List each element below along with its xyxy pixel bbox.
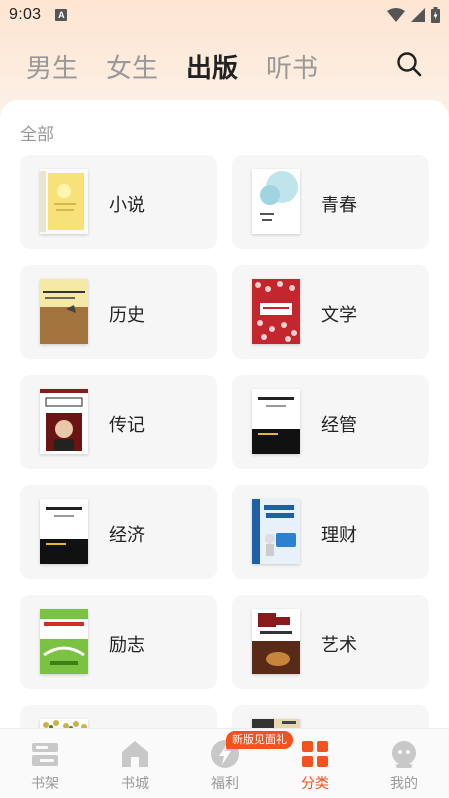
category-label: 小说: [109, 195, 145, 215]
category-card-art[interactable]: 艺术: [232, 595, 429, 689]
book-cover: [40, 609, 88, 674]
category-label: 经济: [109, 525, 145, 545]
book-cover: [252, 279, 300, 344]
wifi-icon: [387, 8, 405, 22]
category-card-literature[interactable]: 文学: [232, 265, 429, 359]
category-card-economics[interactable]: 经济: [20, 485, 217, 579]
status-icons: [387, 7, 440, 23]
nav-bookshelf[interactable]: 书架: [0, 729, 90, 798]
category-label: 艺术: [321, 635, 357, 655]
category-label: 历史: [109, 305, 145, 325]
nav-profile[interactable]: 我的: [359, 729, 449, 798]
signal-icon: [411, 8, 425, 22]
book-cover: [252, 389, 300, 454]
bottom-nav: 书架 书城 福利 分类 我的: [0, 728, 449, 798]
profile-icon: [392, 741, 416, 768]
top-tabs: 男生 女生 出版 听书: [0, 42, 449, 88]
battery-icon: [431, 7, 440, 23]
status-bar: 9:03 A: [0, 0, 449, 30]
category-card-history[interactable]: 历史: [20, 265, 217, 359]
category-grid-icon: [302, 741, 328, 767]
tab-publish[interactable]: 出版: [186, 48, 238, 85]
promo-badge[interactable]: 新版见面礼: [226, 731, 293, 749]
category-card-finance[interactable]: 理财: [232, 485, 429, 579]
book-cover: [40, 279, 88, 344]
category-card-inspiration[interactable]: 励志: [20, 595, 217, 689]
nav-label: 福利: [211, 775, 239, 791]
category-label: 文学: [321, 305, 357, 325]
nav-label: 我的: [390, 775, 418, 791]
tab-male[interactable]: 男生: [26, 48, 78, 85]
bookshelf-icon: [32, 743, 58, 766]
category-label: 青春: [321, 195, 357, 215]
tab-female[interactable]: 女生: [106, 48, 158, 85]
book-cover: [40, 499, 88, 564]
book-cover: [252, 499, 300, 564]
nav-label: 书架: [31, 775, 59, 791]
status-time: 9:03: [9, 6, 42, 23]
category-card-youth[interactable]: 青春: [232, 155, 429, 249]
book-cover: [40, 169, 88, 234]
nav-label: 书城: [121, 775, 149, 791]
section-label: 全部: [20, 125, 54, 144]
bookstore-icon: [122, 741, 148, 767]
nav-label: 分类: [301, 775, 329, 791]
category-label: 经管: [321, 415, 357, 435]
category-card-fiction[interactable]: 小说: [20, 155, 217, 249]
tab-audiobook[interactable]: 听书: [266, 48, 318, 85]
book-cover: [252, 169, 300, 234]
book-cover: [40, 389, 88, 454]
category-label: 理财: [321, 525, 357, 545]
book-cover: [252, 609, 300, 674]
notification-icon: A: [55, 9, 68, 21]
category-card-management[interactable]: 经管: [232, 375, 429, 469]
nav-bookstore[interactable]: 书城: [90, 729, 180, 798]
category-label: 励志: [109, 635, 145, 655]
category-card-biography[interactable]: 传记: [20, 375, 217, 469]
category-label: 传记: [109, 415, 145, 435]
search-icon[interactable]: [395, 50, 423, 78]
category-panel: 全部 小说 青春 历史 文学 传记 经管 经济 理财 励志 艺术: [0, 100, 449, 798]
